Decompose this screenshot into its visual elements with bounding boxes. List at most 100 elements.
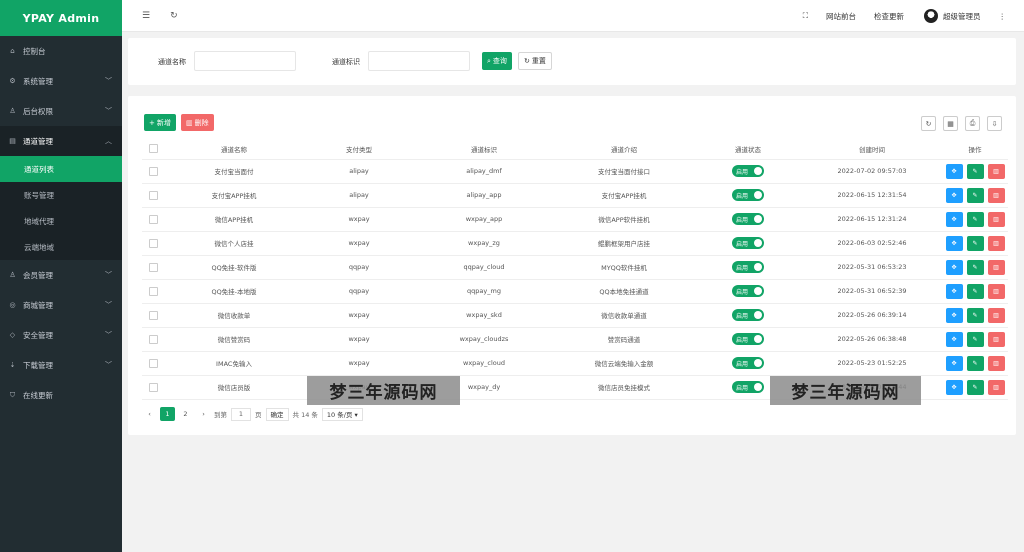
delete-icon[interactable]: ▥ xyxy=(987,283,1005,299)
row-checkbox-cell[interactable] xyxy=(142,159,164,184)
move-icon[interactable]: ✥ xyxy=(945,307,963,323)
fullscreen-icon[interactable]: ⛶ xyxy=(803,11,808,21)
refresh-icon[interactable]: ↻ xyxy=(170,11,178,21)
page-1[interactable]: 1 xyxy=(160,407,175,421)
columns-icon[interactable]: ▦ xyxy=(943,116,958,131)
delete-icon[interactable]: ▥ xyxy=(987,235,1005,251)
goto-confirm-button[interactable]: 确定 xyxy=(265,407,289,421)
sidebar-item[interactable]: ♙ 会员管理 ﹀ xyxy=(0,260,122,290)
reset-button[interactable]: ↻ 重置 xyxy=(518,52,552,70)
check-update-link[interactable]: 检查更新 xyxy=(874,11,904,22)
delete-button[interactable]: ▥ 删除 xyxy=(181,114,214,131)
delete-icon[interactable]: ▥ xyxy=(987,355,1005,371)
select-all-checkbox[interactable] xyxy=(142,139,164,160)
delete-icon[interactable]: ▥ xyxy=(987,331,1005,347)
delete-icon[interactable]: ▥ xyxy=(987,259,1005,275)
prev-page-icon[interactable]: ‹ xyxy=(142,407,157,421)
submenu-item[interactable]: 账号管理 xyxy=(0,182,122,208)
status-toggle[interactable]: 启用 xyxy=(732,309,764,321)
next-page-icon[interactable]: › xyxy=(196,407,211,421)
delete-icon[interactable]: ▥ xyxy=(987,307,1005,323)
edit-icon[interactable]: ✎ xyxy=(966,211,984,227)
sidebar-item[interactable]: ⛉ 在线更新 xyxy=(0,380,122,410)
page-2[interactable]: 2 xyxy=(178,407,193,421)
avatar[interactable] xyxy=(924,9,938,23)
checkbox[interactable] xyxy=(148,310,158,320)
sidebar-item[interactable]: ◎ 商城管理 ﹀ xyxy=(0,290,122,320)
refresh-table-icon[interactable]: ↻ xyxy=(921,116,936,131)
checkbox[interactable] xyxy=(148,144,158,154)
move-icon[interactable]: ✥ xyxy=(945,235,963,251)
status-toggle[interactable]: 启用 xyxy=(732,285,764,297)
export-icon[interactable]: ⇩ xyxy=(987,116,1002,131)
move-icon[interactable]: ✥ xyxy=(945,283,963,299)
row-checkbox-cell[interactable] xyxy=(142,255,164,280)
move-icon[interactable]: ✥ xyxy=(945,187,963,203)
print-icon[interactable]: ⎙ xyxy=(965,116,980,131)
edit-icon[interactable]: ✎ xyxy=(966,283,984,299)
submenu-item[interactable]: 通道列表 xyxy=(0,156,122,182)
sidebar-item[interactable]: ⚙ 系统管理 ﹀ xyxy=(0,66,122,96)
sidebar-item[interactable]: ◇ 安全管理 ﹀ xyxy=(0,320,122,350)
channel-id-input[interactable] xyxy=(368,51,470,71)
channel-name-input[interactable] xyxy=(194,51,296,71)
status-toggle[interactable]: 启用 xyxy=(732,189,764,201)
front-site-link[interactable]: 网站前台 xyxy=(826,11,856,22)
status-toggle[interactable]: 启用 xyxy=(732,213,764,225)
page-number-input[interactable]: 1 xyxy=(231,407,251,421)
status-toggle[interactable]: 启用 xyxy=(732,333,764,345)
move-icon[interactable]: ✥ xyxy=(945,211,963,227)
row-checkbox-cell[interactable] xyxy=(142,327,164,352)
edit-icon[interactable]: ✎ xyxy=(966,259,984,275)
delete-icon[interactable]: ▥ xyxy=(987,187,1005,203)
checkbox[interactable] xyxy=(148,382,158,392)
move-icon[interactable]: ✥ xyxy=(945,379,963,395)
delete-icon[interactable]: ▥ xyxy=(987,211,1005,227)
row-checkbox-cell[interactable] xyxy=(142,279,164,304)
sidebar-item[interactable]: ▤ 通道管理 ︿ xyxy=(0,126,122,156)
row-checkbox-cell[interactable] xyxy=(142,183,164,208)
checkbox[interactable] xyxy=(148,262,158,272)
checkbox[interactable] xyxy=(148,334,158,344)
edit-icon[interactable]: ✎ xyxy=(966,379,984,395)
row-checkbox-cell[interactable] xyxy=(142,231,164,256)
move-icon[interactable]: ✥ xyxy=(945,163,963,179)
move-icon[interactable]: ✥ xyxy=(945,331,963,347)
user-name[interactable]: 超级管理员 xyxy=(943,11,981,22)
checkbox[interactable] xyxy=(148,286,158,296)
delete-icon[interactable]: ▥ xyxy=(987,163,1005,179)
more-icon[interactable]: ⋮ xyxy=(999,12,1007,21)
edit-icon[interactable]: ✎ xyxy=(966,355,984,371)
edit-icon[interactable]: ✎ xyxy=(966,235,984,251)
move-icon[interactable]: ✥ xyxy=(945,355,963,371)
page-size-select[interactable]: 10 条/页 ▾ xyxy=(321,407,363,421)
row-checkbox-cell[interactable] xyxy=(142,375,164,400)
checkbox[interactable] xyxy=(148,190,158,200)
status-toggle[interactable]: 启用 xyxy=(732,357,764,369)
status-toggle[interactable]: 启用 xyxy=(732,381,764,393)
edit-icon[interactable]: ✎ xyxy=(966,163,984,179)
submenu-item[interactable]: 地域代理 xyxy=(0,208,122,234)
checkbox[interactable] xyxy=(148,166,158,176)
query-button[interactable]: ⌕ 查询 xyxy=(482,52,512,70)
checkbox[interactable] xyxy=(148,214,158,224)
status-toggle[interactable]: 启用 xyxy=(732,165,764,177)
move-icon[interactable]: ✥ xyxy=(945,259,963,275)
sidebar-item[interactable]: ⌂ 控制台 xyxy=(0,36,122,66)
submenu-item[interactable]: 云端地域 xyxy=(0,234,122,260)
edit-icon[interactable]: ✎ xyxy=(966,187,984,203)
edit-icon[interactable]: ✎ xyxy=(966,307,984,323)
checkbox[interactable] xyxy=(148,238,158,248)
sidebar-item[interactable]: ⇣ 下载管理 ﹀ xyxy=(0,350,122,380)
status-toggle[interactable]: 启用 xyxy=(732,261,764,273)
row-checkbox-cell[interactable] xyxy=(142,303,164,328)
checkbox[interactable] xyxy=(148,358,158,368)
delete-icon[interactable]: ▥ xyxy=(987,379,1005,395)
add-button[interactable]: + 新增 xyxy=(144,114,176,131)
status-toggle[interactable]: 启用 xyxy=(732,237,764,249)
sidebar-item[interactable]: ♙ 后台权限 ﹀ xyxy=(0,96,122,126)
menu-toggle-icon[interactable]: ☰ xyxy=(142,11,150,21)
row-checkbox-cell[interactable] xyxy=(142,351,164,376)
row-checkbox-cell[interactable] xyxy=(142,207,164,232)
edit-icon[interactable]: ✎ xyxy=(966,331,984,347)
